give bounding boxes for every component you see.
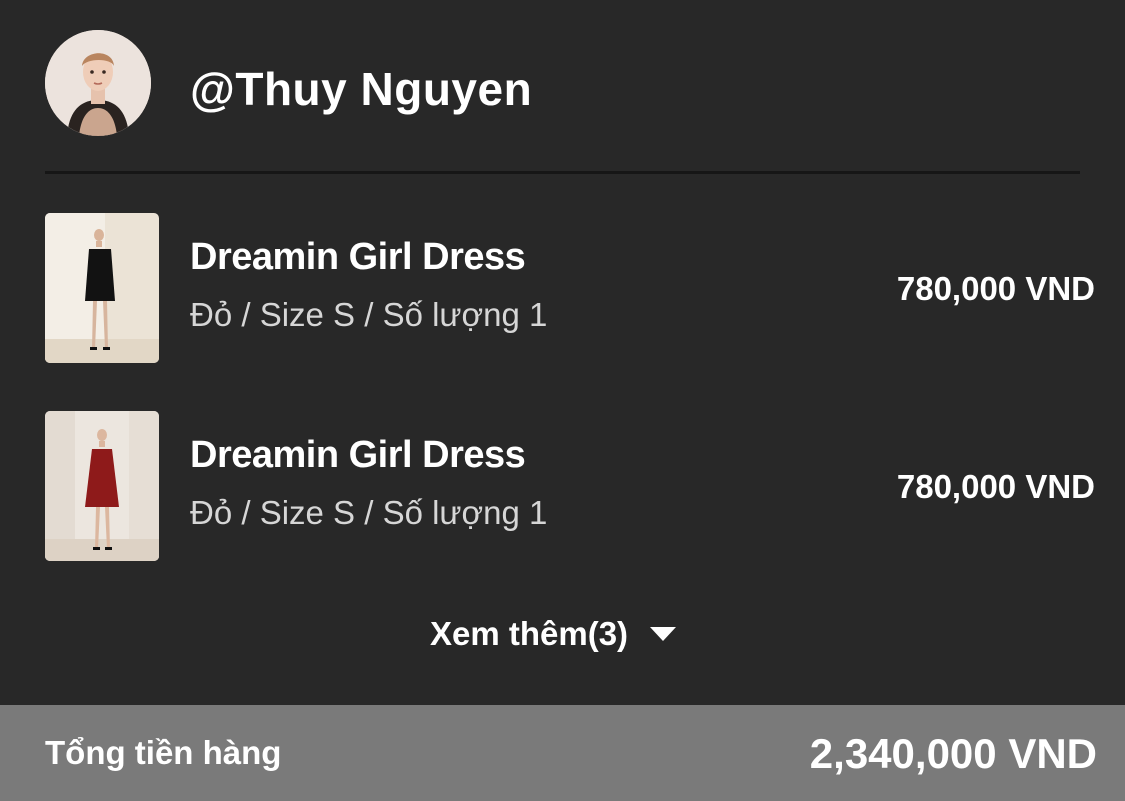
total-label: Tổng tiền hàng xyxy=(45,734,282,771)
product-variant: Đỏ / Size S / Số lượng 1 xyxy=(190,494,548,531)
product-name[interactable]: Dreamin Girl Dress xyxy=(190,235,526,279)
product-thumbnail[interactable] xyxy=(45,411,159,561)
see-more-label: Xem thêm(3) xyxy=(430,615,629,652)
order-card: @Thuy Nguyen Dreamin Girl Dress Đỏ / Siz… xyxy=(0,0,1125,801)
user-avatar[interactable] xyxy=(45,30,151,136)
order-total-bar: Tổng tiền hàng 2,340,000 VND xyxy=(0,705,1125,801)
see-more-button[interactable]: Xem thêm(3) xyxy=(430,612,677,656)
product-variant: Đỏ / Size S / Số lượng 1 xyxy=(190,296,548,333)
product-thumbnail[interactable] xyxy=(45,213,159,363)
caret-down-icon xyxy=(650,627,677,641)
order-item[interactable]: Dreamin Girl Dress Đỏ / Size S / Số lượn… xyxy=(45,213,1095,363)
seller-header: @Thuy Nguyen xyxy=(45,30,1080,136)
product-name[interactable]: Dreamin Girl Dress xyxy=(190,433,526,477)
product-price: 780,000 VND xyxy=(896,270,1095,307)
username[interactable]: @Thuy Nguyen xyxy=(190,63,532,115)
total-amount: 2,340,000 VND xyxy=(809,730,1097,777)
order-item[interactable]: Dreamin Girl Dress Đỏ / Size S / Số lượn… xyxy=(45,411,1095,561)
header-divider xyxy=(45,171,1080,174)
product-price: 780,000 VND xyxy=(896,468,1095,505)
